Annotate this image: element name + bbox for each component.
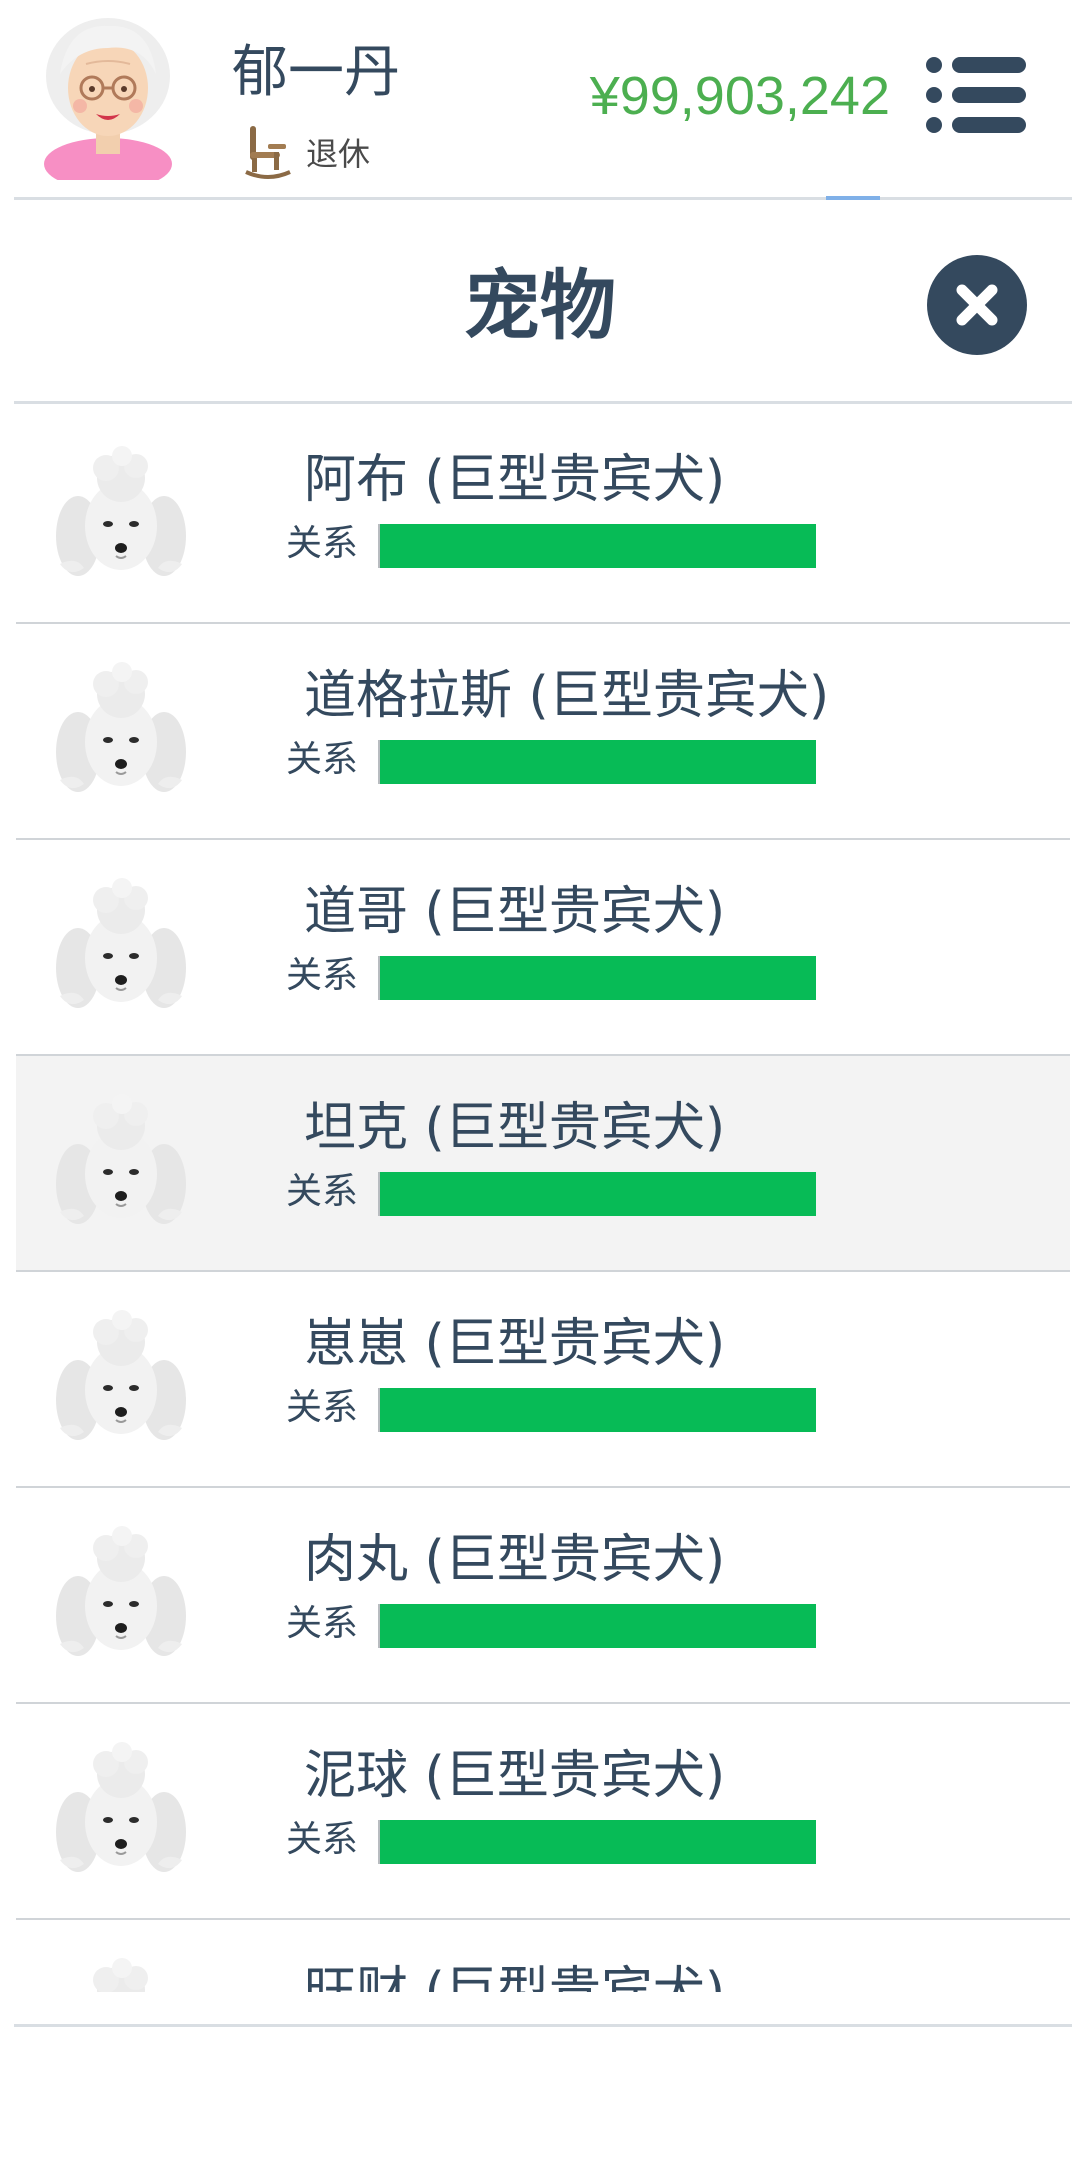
relationship-label: 关系	[286, 523, 359, 564]
rocking-chair-icon	[245, 126, 291, 179]
pet-row[interactable]: 泥球 (巨型贵宾犬) 关系	[16, 1704, 1070, 1920]
relationship-label: 关系	[286, 739, 359, 780]
relationship-bar	[378, 524, 816, 568]
poodle-icon	[56, 878, 186, 1008]
pet-row[interactable]: 坦克 (巨型贵宾犬) 关系	[16, 1056, 1070, 1272]
page-title: 宠物	[464, 261, 616, 350]
pet-name: 道格拉斯 (巨型贵宾犬)	[304, 666, 830, 726]
title-bar: 宠物	[0, 200, 1080, 402]
pet-row[interactable]: 肉丸 (巨型贵宾犬) 关系	[16, 1488, 1070, 1704]
pet-row[interactable]: 阿布 (巨型贵宾犬) 关系	[16, 408, 1070, 624]
poodle-icon	[56, 1742, 186, 1872]
relationship-bar-fill	[380, 1388, 816, 1432]
player-name: 郁一丹	[232, 40, 400, 105]
relationship-label: 关系	[286, 1603, 359, 1644]
relationship-bar-fill	[380, 740, 816, 784]
pet-list: 阿布 (巨型贵宾犬) 关系 道格拉斯 (巨型贵宾犬) 关系 道哥 (巨型贵宾犬)…	[16, 404, 1070, 1992]
player-avatar[interactable]	[38, 14, 178, 180]
relationship-label: 关系	[286, 1387, 359, 1428]
relationship-bar-fill	[380, 956, 816, 1000]
pet-name: 坦克 (巨型贵宾犬)	[304, 1098, 726, 1158]
player-status: 退休	[244, 122, 370, 182]
pet-row[interactable]: 旺财 (巨型贵宾犬) 关系	[16, 1920, 1070, 1992]
relationship-label: 关系	[286, 1171, 359, 1212]
relationship-bar-fill	[380, 1820, 816, 1864]
poodle-icon	[93, 1958, 148, 1992]
pet-name: 阿布 (巨型贵宾犬)	[304, 450, 726, 510]
money-balance: ¥99,903,242	[589, 66, 890, 126]
pet-name: 崽崽 (巨型贵宾犬)	[304, 1314, 726, 1374]
pet-row[interactable]: 道哥 (巨型贵宾犬) 关系	[16, 840, 1070, 1056]
relationship-bar	[378, 1172, 816, 1216]
poodle-icon	[56, 662, 186, 792]
relationship-bar	[378, 1388, 816, 1432]
poodle-icon	[56, 446, 186, 576]
poodle-icon	[56, 1094, 186, 1224]
relationship-bar-fill	[380, 1604, 816, 1648]
pet-row[interactable]: 道格拉斯 (巨型贵宾犬) 关系	[16, 624, 1070, 840]
pet-name: 泥球 (巨型贵宾犬)	[304, 1746, 726, 1806]
status-label: 退休	[306, 135, 371, 173]
menu-icon[interactable]	[924, 54, 1028, 136]
close-icon[interactable]	[926, 254, 1028, 356]
pet-name: 道哥 (巨型贵宾犬)	[304, 882, 726, 942]
list-bottom-divider	[14, 2024, 1072, 2027]
relationship-bar	[378, 956, 816, 1000]
pet-name: 旺财 (巨型贵宾犬)	[304, 1962, 726, 1992]
relationship-bar-fill	[380, 524, 816, 568]
relationship-bar	[378, 1820, 816, 1864]
relationship-bar	[378, 1604, 816, 1648]
poodle-icon	[56, 1526, 186, 1656]
top-bar: 郁一丹 退休 ¥99,903,242	[0, 0, 1080, 198]
relationship-label: 关系	[286, 955, 359, 996]
relationship-bar	[378, 740, 816, 784]
pet-name: 肉丸 (巨型贵宾犬)	[304, 1530, 726, 1590]
relationship-label: 关系	[286, 1819, 359, 1860]
pet-row[interactable]: 崽崽 (巨型贵宾犬) 关系	[16, 1272, 1070, 1488]
relationship-bar-fill	[380, 1172, 816, 1216]
poodle-icon	[56, 1310, 186, 1440]
